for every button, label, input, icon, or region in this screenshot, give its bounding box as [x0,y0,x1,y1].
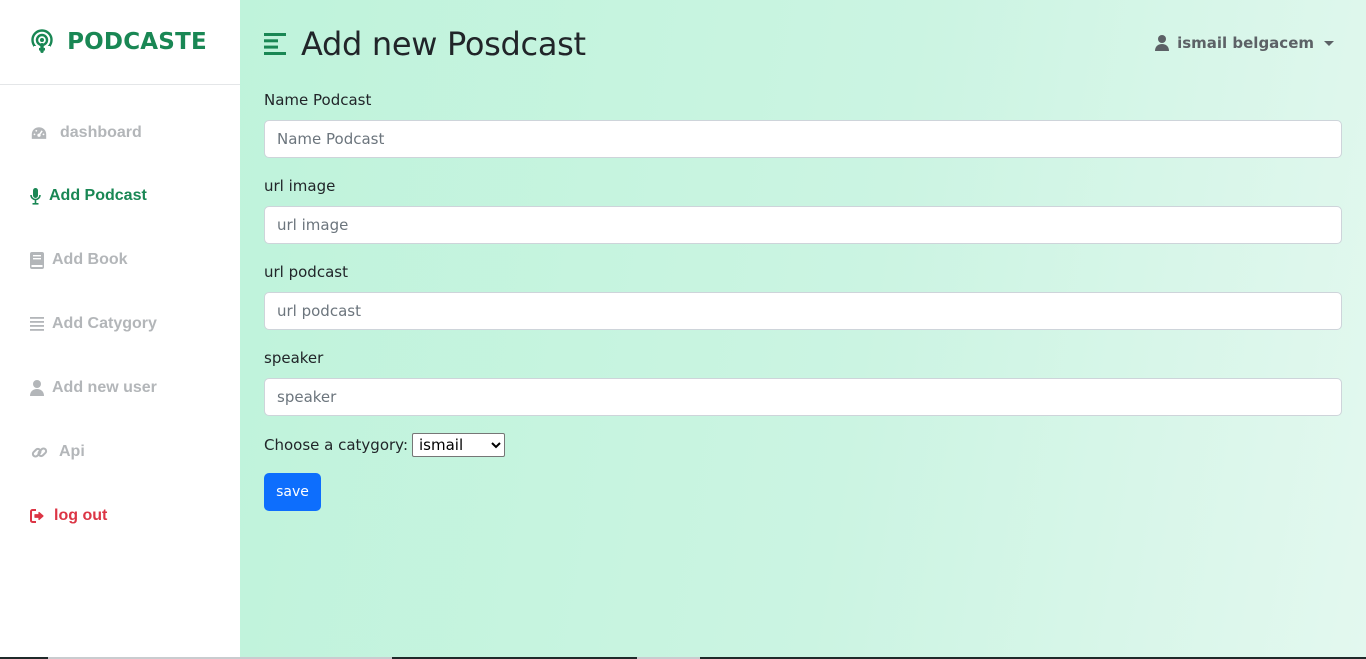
sidebar-item-add-catygory[interactable]: Add Catygory [30,312,157,336]
category-row: Choose a catygory: ismail [264,433,506,457]
user-icon [30,379,44,397]
name-podcast-input[interactable] [264,120,1342,158]
category-select[interactable]: ismail [412,433,506,457]
link-icon [30,443,48,461]
sidebar-item-label: log out [54,507,108,524]
sign-out-icon [30,507,46,525]
url-image-input[interactable] [264,206,1342,244]
sidebar-item-label: Add Catygory [52,315,157,332]
url-podcast-label: url podcast [264,263,348,281]
podcast-icon [29,29,55,55]
brand[interactable]: PODCASTE [0,0,240,85]
sidebar-item-api[interactable]: Api [30,440,85,464]
category-label: Choose a catygory: [264,436,409,454]
sidebar-item-label: Add new user [52,379,157,396]
sidebar-item-dashboard[interactable]: dashboard [30,121,142,145]
sidebar: PODCASTE dashboard Add Podcast Add Book [0,0,240,659]
page-title: Add new Posdcast [301,25,586,63]
brand-name: PODCASTE [67,29,207,55]
user-menu-dropdown[interactable]: ismail belgacem [1155,34,1334,52]
sidebar-item-add-book[interactable]: Add Book [30,248,128,272]
sidebar-item-label: Add Book [52,251,128,268]
speaker-input[interactable] [264,378,1342,416]
menu-toggle-icon[interactable] [264,33,286,55]
chevron-down-icon [1324,40,1334,46]
sidebar-item-label: Api [59,443,85,460]
speaker-label: speaker [264,349,324,367]
sidebar-item-log-out[interactable]: log out [30,504,107,528]
list-icon [30,315,44,333]
url-podcast-input[interactable] [264,292,1342,330]
sidebar-item-label: dashboard [60,124,142,141]
user-icon [1155,35,1170,51]
sidebar-item-add-new-user[interactable]: Add new user [30,376,157,400]
gauge-icon [30,124,48,142]
sidebar-item-label: Add Podcast [49,187,147,204]
save-button[interactable]: save [264,473,321,511]
url-image-label: url image [264,177,336,195]
main-content: Add new Posdcast ismail belgacem Name Po… [240,0,1366,659]
user-name: ismail belgacem [1177,34,1314,52]
book-icon [30,251,44,269]
microphone-icon [30,187,41,205]
name-podcast-label: Name Podcast [264,91,372,109]
sidebar-item-add-podcast[interactable]: Add Podcast [30,184,147,208]
